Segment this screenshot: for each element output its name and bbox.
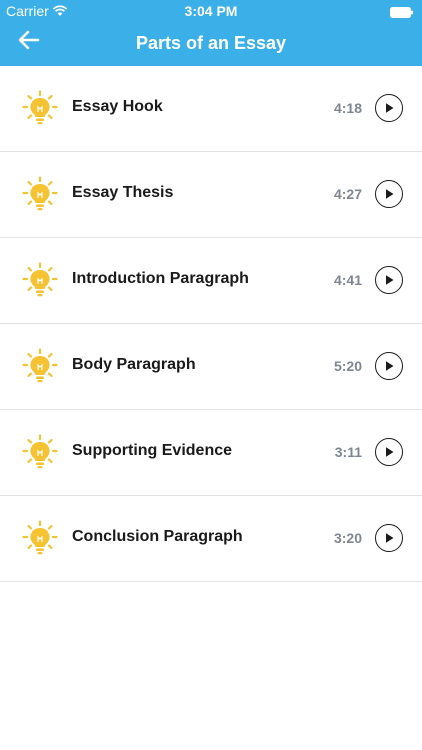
video-list: Essay Hook 4:18 Essay Thesis 4:27 Introd…	[0, 66, 422, 582]
item-duration: 4:18	[333, 100, 362, 116]
play-icon	[386, 361, 394, 371]
lightbulb-icon	[22, 176, 58, 212]
list-item[interactable]: Body Paragraph 5:20	[0, 324, 422, 410]
item-title: Essay Hook	[72, 98, 163, 115]
play-icon	[386, 189, 394, 199]
list-item[interactable]: Supporting Evidence 3:11	[0, 410, 422, 496]
item-title: Body Paragraph	[72, 356, 196, 373]
play-button[interactable]	[375, 524, 403, 552]
play-icon	[386, 533, 394, 543]
lightbulb-icon	[22, 90, 58, 126]
lightbulb-icon	[22, 348, 58, 384]
item-title: Supporting Evidence	[72, 442, 233, 459]
battery-icon	[390, 5, 414, 18]
play-button[interactable]	[375, 94, 403, 122]
item-title: Conclusion Paragraph	[72, 528, 243, 545]
item-title: Introduction Paragraph	[72, 270, 249, 287]
list-item[interactable]: Introduction Paragraph 4:41	[0, 238, 422, 324]
list-item[interactable]: Conclusion Paragraph 3:20	[0, 496, 422, 582]
page-title: Parts of an Essay	[135, 33, 287, 53]
item-duration: 4:41	[333, 272, 362, 288]
item-title: Essay Thesis	[72, 184, 174, 201]
play-icon	[386, 447, 394, 457]
play-icon	[386, 275, 394, 285]
play-icon	[386, 103, 394, 113]
play-button[interactable]	[375, 266, 403, 294]
play-button[interactable]	[375, 438, 403, 466]
play-button[interactable]	[375, 352, 403, 380]
play-button[interactable]	[375, 180, 403, 208]
lightbulb-icon	[22, 434, 58, 470]
list-item[interactable]: Essay Hook 4:18	[0, 66, 422, 152]
lightbulb-icon	[22, 520, 58, 556]
navigation-header: Carrier 3:04 PM Parts of an Essay	[0, 0, 422, 66]
item-duration: 3:20	[333, 530, 362, 546]
list-item[interactable]: Essay Thesis 4:27	[0, 152, 422, 238]
item-duration: 4:27	[333, 186, 362, 202]
status-time: 3:04 PM	[184, 3, 238, 19]
lightbulb-icon	[22, 262, 58, 298]
item-duration: 5:20	[333, 358, 362, 374]
status-bar: Carrier 3:04 PM	[0, 0, 422, 22]
item-duration: 3:11	[334, 444, 362, 460]
